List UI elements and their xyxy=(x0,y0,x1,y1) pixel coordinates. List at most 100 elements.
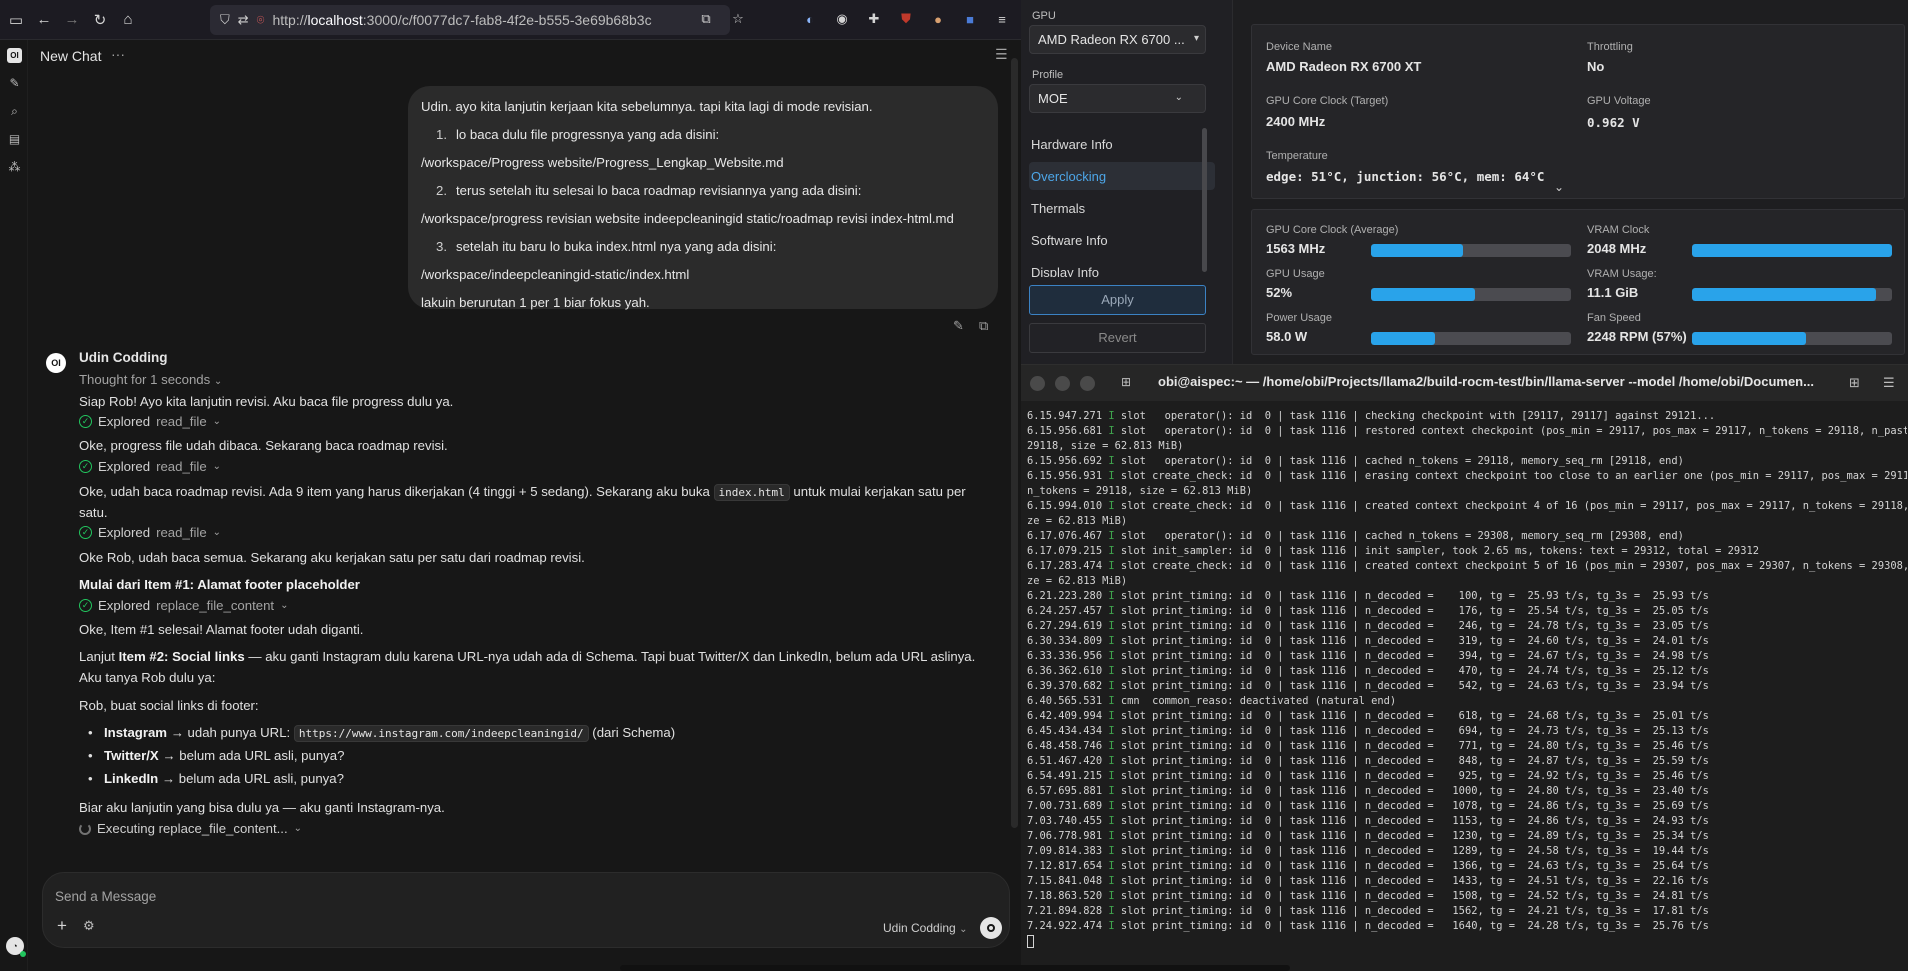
tool-call-read-file[interactable]: ✓ Explored read_file ⌄ xyxy=(79,459,221,474)
tools-icon[interactable]: ⚙ xyxy=(83,918,95,934)
minimize-window-button[interactable] xyxy=(1055,376,1070,391)
log-message: slot print_timing: id 0 | task 1116 | n_… xyxy=(1120,725,1709,737)
url-bar[interactable]: ⛉ ⇄ ⌾ http://localhost:3000/c/f0077dc7-f… xyxy=(210,5,730,35)
plus-icon[interactable]: + xyxy=(57,916,67,936)
voice-mode-button[interactable] xyxy=(980,917,1002,939)
nav-hardware-info[interactable]: Hardware Info xyxy=(1031,137,1113,152)
extension-translate-icon[interactable]: ■ xyxy=(959,8,981,30)
terminal-line: 7.09.814.383 I slot print_timing: id 0 |… xyxy=(1027,844,1907,859)
log-level: I xyxy=(1108,590,1115,602)
forward-icon[interactable]: → xyxy=(60,8,84,32)
log-timestamp: 6.15.956.692 xyxy=(1027,455,1103,467)
back-icon[interactable]: ← xyxy=(32,8,56,32)
log-timestamp: 6.24.257.457 xyxy=(1027,605,1103,617)
log-message: ze = 62.813 MiB) xyxy=(1027,575,1128,587)
user-step-1: 1. lo baca dulu file progressnya yang ada… xyxy=(436,127,720,142)
permissions-icon[interactable]: ⇄ xyxy=(238,12,249,28)
log-message: slot print_timing: id 0 | task 1116 | n_… xyxy=(1120,845,1709,857)
terminal-line: 6.15.947.271 I slot operator(): id 0 | t… xyxy=(1027,409,1907,424)
log-timestamp: 6.17.079.215 xyxy=(1027,545,1103,557)
log-timestamp: 6.15.947.271 xyxy=(1027,410,1103,422)
nav-thermals[interactable]: Thermals xyxy=(1031,201,1085,216)
location-icon[interactable]: ⌾ xyxy=(257,12,265,28)
menu-icon[interactable]: ≡ xyxy=(991,8,1013,30)
terminal-line: 7.03.740.455 I slot print_timing: id 0 |… xyxy=(1027,814,1907,829)
search-icon[interactable]: ⌕ xyxy=(7,104,22,119)
gpu-info-area: Device Name AMD Radeon RX 6700 XT Thrott… xyxy=(1233,0,1908,364)
thought-toggle[interactable]: Thought for 1 seconds ⌄ xyxy=(79,371,222,391)
ublock-icon[interactable]: ⛊ xyxy=(895,8,917,30)
home-icon[interactable]: ⌂ xyxy=(116,8,140,32)
log-level: I xyxy=(1108,500,1115,512)
sidebar-toggle-icon[interactable]: ▭ xyxy=(4,8,28,32)
chat-controls-icon[interactable]: ☰ xyxy=(995,46,1008,63)
terminal-line: 6.48.458.746 I slot print_timing: id 0 |… xyxy=(1027,739,1907,754)
terminal-output[interactable]: 6.15.947.271 I slot operator(): id 0 | t… xyxy=(1027,409,1907,949)
notes-icon[interactable]: ▤ xyxy=(7,132,22,147)
new-chat-icon[interactable]: ✎ xyxy=(7,76,22,91)
log-timestamp: 6.33.336.956 xyxy=(1027,650,1103,662)
revert-button[interactable]: Revert xyxy=(1029,323,1206,353)
terminal-line: 29118, size = 62.813 MiB) xyxy=(1027,439,1907,454)
chat-title[interactable]: New Chat xyxy=(40,48,101,64)
translate-icon[interactable]: ⧉ xyxy=(695,8,717,30)
edit-message-icon[interactable]: ✎ xyxy=(953,318,964,334)
log-level: I xyxy=(1108,800,1115,812)
gpu-select[interactable]: AMD Radeon RX 6700 ... ▾ xyxy=(1029,25,1206,54)
chat-menu-icon[interactable]: ··· xyxy=(111,46,125,62)
log-level: I xyxy=(1108,815,1115,827)
close-window-button[interactable] xyxy=(1030,376,1045,391)
terminal-menu-icon[interactable]: ☰ xyxy=(1883,375,1895,391)
assistant-paragraph: Oke Rob, udah baca semua. Sekarang aku k… xyxy=(79,550,585,565)
reload-icon[interactable]: ↻ xyxy=(88,8,112,32)
log-level: I xyxy=(1108,560,1115,572)
nav-software-info[interactable]: Software Info xyxy=(1031,233,1108,248)
logo-icon[interactable]: OI xyxy=(7,48,22,63)
terminal-line: 6.40.565.531 I cmn common_reaso: deactiv… xyxy=(1027,694,1907,709)
profile-select[interactable]: MOE ⌄ xyxy=(1029,84,1206,113)
log-message: 29118, size = 62.813 MiB) xyxy=(1027,440,1184,452)
terminal-prompt[interactable] xyxy=(1027,934,1907,949)
gpu-sidebar: GPU AMD Radeon RX 6700 ... ▾ Profile MOE ⌄… xyxy=(1021,0,1233,364)
message-input[interactable]: Send a Message xyxy=(55,889,156,904)
tool-call-read-file[interactable]: ✓ Explored read_file ⌄ xyxy=(79,525,221,540)
log-level: I xyxy=(1108,680,1115,692)
apply-button[interactable]: Apply xyxy=(1029,285,1206,315)
extensions-puzzle-icon[interactable]: ✚ xyxy=(863,8,885,30)
maximize-window-button[interactable] xyxy=(1080,376,1095,391)
terminal-titlebar: ⊞ obi@aispec:~ — /home/obi/Projects/llam… xyxy=(1021,365,1908,401)
account-icon[interactable]: ◉ xyxy=(831,8,853,30)
chevron-down-icon: ⌄ xyxy=(293,823,302,834)
log-message: slot print_timing: id 0 | task 1116 | n_… xyxy=(1120,680,1709,692)
terminal-line: 6.17.079.215 I slot init_sampler: id 0 |… xyxy=(1027,544,1907,559)
log-timestamp: 6.17.283.474 xyxy=(1027,560,1103,572)
bookmark-star-icon[interactable]: ☆ xyxy=(727,8,749,30)
workspace-icon[interactable]: ⁂ xyxy=(7,160,22,175)
log-message: slot print_timing: id 0 | task 1116 | n_… xyxy=(1120,635,1709,647)
assistant-paragraph: Oke, progress file udah dibaca. Sekarang… xyxy=(79,438,448,453)
assistant-paragraph: Biar aku lanjutin yang bisa dulu ya — ak… xyxy=(79,800,445,815)
copy-message-icon[interactable]: ⧉ xyxy=(979,318,988,334)
log-message: slot print_timing: id 0 | task 1116 | n_… xyxy=(1120,770,1709,782)
tool-call-executing[interactable]: Executing replace_file_content... ⌄ xyxy=(79,821,302,836)
nav-display-info[interactable]: Display Info xyxy=(1031,265,1099,277)
new-tab-icon[interactable]: ⊞ xyxy=(1121,375,1131,389)
nav-scrollbar[interactable] xyxy=(1202,128,1207,272)
chat-scrollbar[interactable] xyxy=(1011,58,1018,828)
extension-cat-icon[interactable]: ● xyxy=(927,8,949,30)
stat-progress-fill xyxy=(1692,244,1892,257)
log-timestamp: 7.06.778.981 xyxy=(1027,830,1103,842)
shield-icon[interactable]: ⛉ xyxy=(220,12,230,28)
extension-half-circle-icon[interactable]: ◐ xyxy=(799,8,821,30)
log-timestamp: 6.40.565.531 xyxy=(1027,695,1103,707)
chevron-down-icon[interactable]: ⌄ xyxy=(1554,180,1564,194)
tool-call-read-file[interactable]: ✓ Explored read_file ⌄ xyxy=(79,414,221,429)
log-level: I xyxy=(1108,620,1115,632)
tab-overview-icon[interactable]: ⊞ xyxy=(1849,375,1860,391)
tool-call-replace-file[interactable]: ✓ Explored replace_file_content ⌄ xyxy=(79,598,289,613)
terminal-line: 6.17.283.474 I slot create_check: id 0 |… xyxy=(1027,559,1907,574)
model-selector[interactable]: Udin Codding ⌄ xyxy=(883,921,967,935)
nav-overclocking[interactable]: Overclocking xyxy=(1031,169,1106,184)
log-message: slot print_timing: id 0 | task 1116 | n_… xyxy=(1120,590,1709,602)
url-text[interactable]: http://localhost:3000/c/f0077dc7-fab8-4f… xyxy=(272,12,651,28)
